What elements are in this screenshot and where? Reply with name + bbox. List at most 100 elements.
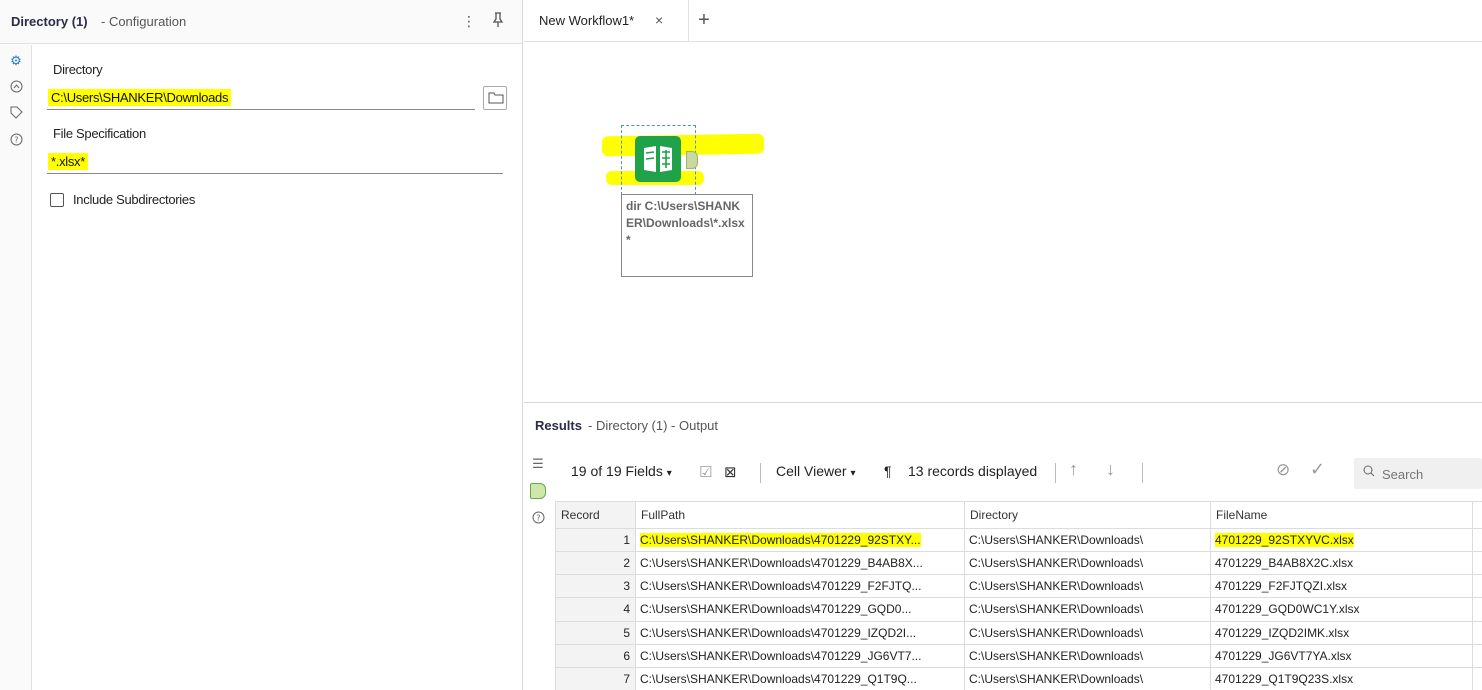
add-tab-button[interactable]: + xyxy=(692,9,716,33)
fullpath-cell[interactable]: C:\Users\SHANKER\Downloads\4701229_B4AB8… xyxy=(635,551,965,576)
filename-cell[interactable]: 4701229_GQD0WC1Y.xlsx xyxy=(1210,597,1473,622)
folder-icon xyxy=(488,92,504,104)
deselect-icon[interactable]: ⊠ xyxy=(724,463,737,481)
fields-dropdown[interactable]: 19 of 19 Fields ▾ xyxy=(571,463,672,479)
filename-cell[interactable]: 4701229_JG6VT7YA.xlsx xyxy=(1210,643,1473,668)
records-count: 13 records displayed xyxy=(908,463,1038,479)
svg-text:?: ? xyxy=(14,136,18,145)
directory-cell[interactable]: C:\Users\SHANKER\Downloads\ xyxy=(964,666,1211,690)
search-input[interactable] xyxy=(1382,464,1478,484)
help-icon[interactable]: ? xyxy=(530,511,546,527)
results-toolbar: 19 of 19 Fields ▾ ☑ ⊠ Cell Viewer ▾ ¶ 13… xyxy=(554,453,1482,491)
fullpath-cell[interactable]: C:\Users\SHANKER\Downloads\4701229_Q1T9Q… xyxy=(635,666,965,690)
filler-cell xyxy=(1472,643,1482,668)
directory-cell[interactable]: C:\Users\SHANKER\Downloads\ xyxy=(964,597,1211,622)
file-spec-field[interactable]: *.xlsx* xyxy=(47,150,503,174)
column-header-filename[interactable]: FileName xyxy=(1210,501,1473,529)
tab-label: New Workflow1* xyxy=(539,13,635,28)
record-cell[interactable]: 7 xyxy=(555,666,636,690)
table-row[interactable]: 5 C:\Users\SHANKER\Downloads\4701229_IZQ… xyxy=(555,620,1482,645)
filler-cell xyxy=(1472,620,1482,645)
fields-label: 19 of 19 Fields xyxy=(571,463,663,479)
directory-cell[interactable]: C:\Users\SHANKER\Downloads\ xyxy=(964,551,1211,576)
column-header-fullpath[interactable]: FullPath xyxy=(635,501,965,529)
directory-cell[interactable]: C:\Users\SHANKER\Downloads\ xyxy=(964,620,1211,645)
workflow-canvas[interactable]: dir C:\Users\SHANKER\Downloads\*.xlsx* xyxy=(524,43,1482,400)
connection-icon[interactable] xyxy=(8,80,24,96)
search-icon xyxy=(1363,465,1375,480)
filename-cell[interactable]: 4701229_F2FJTQZI.xlsx xyxy=(1210,574,1473,599)
fullpath-cell[interactable]: C:\Users\SHANKER\Downloads\4701229_IZQD2… xyxy=(635,620,965,645)
record-cell[interactable]: 3 xyxy=(555,574,636,599)
column-header-record[interactable]: Record xyxy=(555,501,636,529)
file-spec-value: *.xlsx* xyxy=(48,153,89,170)
column-header-directory[interactable]: Directory xyxy=(964,501,1211,529)
results-subtitle: - Directory (1) - Output xyxy=(588,418,719,433)
search-box[interactable] xyxy=(1354,458,1482,489)
results-title: Results xyxy=(535,418,582,433)
configuration-subtitle: - Configuration xyxy=(101,14,187,29)
directory-tool-icon[interactable] xyxy=(635,136,681,182)
record-cell[interactable]: 1 xyxy=(555,527,636,553)
directory-cell[interactable]: C:\Users\SHANKER\Downloads\ xyxy=(964,527,1211,553)
tag-icon[interactable] xyxy=(8,106,24,122)
fullpath-cell[interactable]: C:\Users\SHANKER\Downloads\4701229_F2FJT… xyxy=(635,574,965,599)
file-spec-label: File Specification xyxy=(53,126,146,141)
record-cell[interactable]: 4 xyxy=(555,597,636,622)
svg-text:?: ? xyxy=(536,514,540,523)
table-row[interactable]: 3 C:\Users\SHANKER\Downloads\4701229_F2F… xyxy=(555,574,1482,599)
cell-viewer-label: Cell Viewer xyxy=(776,463,847,479)
arrow-up-icon[interactable]: ↑ xyxy=(1069,459,1078,480)
results-grid: Record FullPath Directory FileName 1 C:\… xyxy=(555,501,1482,690)
include-subdirectories-label: Include Subdirectories xyxy=(73,192,196,207)
record-cell[interactable]: 6 xyxy=(555,643,636,668)
directory-cell[interactable]: C:\Users\SHANKER\Downloads\ xyxy=(964,643,1211,668)
fullpath-cell[interactable]: C:\Users\SHANKER\Downloads\4701229_GQD0.… xyxy=(635,597,965,622)
configuration-title: Directory (1) xyxy=(11,14,88,29)
clear-filter-icon[interactable]: ⊘ xyxy=(1276,460,1290,480)
filler-cell xyxy=(1472,597,1482,622)
browse-folder-button[interactable] xyxy=(483,86,507,110)
filename-cell[interactable]: 4701229_92STXYVC.xlsx xyxy=(1210,527,1473,553)
output-anchor-icon[interactable] xyxy=(530,483,546,499)
output-anchor[interactable] xyxy=(686,151,698,169)
table-row[interactable]: 2 C:\Users\SHANKER\Downloads\4701229_B4A… xyxy=(555,551,1482,576)
directory-field[interactable]: C:\Users\SHANKER\Downloads xyxy=(47,86,475,110)
directory-value: C:\Users\SHANKER\Downloads xyxy=(48,89,232,106)
table-row[interactable]: 6 C:\Users\SHANKER\Downloads\4701229_JG6… xyxy=(555,643,1482,668)
fullpath-cell[interactable]: C:\Users\SHANKER\Downloads\4701229_92STX… xyxy=(635,527,965,553)
gear-icon[interactable]: ⚙ xyxy=(8,53,24,69)
filename-cell[interactable]: 4701229_B4AB8X2C.xlsx xyxy=(1210,551,1473,576)
results-side-rail: ☰ ? xyxy=(524,450,552,690)
filename-cell[interactable]: 4701229_IZQD2IMK.xlsx xyxy=(1210,620,1473,645)
kebab-menu-icon[interactable]: ⋮ xyxy=(461,12,477,30)
list-icon[interactable]: ☰ xyxy=(530,456,546,472)
toolbar-divider xyxy=(760,463,761,483)
table-row[interactable]: 4 C:\Users\SHANKER\Downloads\4701229_GQD… xyxy=(555,597,1482,622)
fullpath-value: C:\Users\SHANKER\Downloads\4701229_92STX… xyxy=(640,533,921,548)
toolbar-divider xyxy=(1055,463,1056,483)
filler-cell xyxy=(1472,574,1482,599)
table-row[interactable]: 1 C:\Users\SHANKER\Downloads\4701229_92S… xyxy=(555,527,1482,553)
arrow-down-icon[interactable]: ↓ xyxy=(1106,459,1115,480)
configuration-side-rail: ⚙ ? xyxy=(0,45,32,690)
cell-viewer-dropdown[interactable]: Cell Viewer ▾ xyxy=(776,463,855,479)
help-icon[interactable]: ? xyxy=(8,133,24,149)
configuration-panel: Directory (1) - Configuration ⋮ ⚙ ? Dire… xyxy=(0,0,523,690)
include-subdirectories-checkbox[interactable] xyxy=(50,193,64,207)
record-cell[interactable]: 2 xyxy=(555,551,636,576)
close-icon[interactable]: × xyxy=(655,12,663,28)
pin-icon[interactable] xyxy=(490,12,506,30)
tab-new-workflow[interactable]: New Workflow1* × xyxy=(524,0,689,42)
checkbox-icon[interactable]: ☑ xyxy=(699,463,712,481)
table-row[interactable]: 7 C:\Users\SHANKER\Downloads\4701229_Q1T… xyxy=(555,666,1482,690)
fullpath-cell[interactable]: C:\Users\SHANKER\Downloads\4701229_JG6VT… xyxy=(635,643,965,668)
directory-cell[interactable]: C:\Users\SHANKER\Downloads\ xyxy=(964,574,1211,599)
tool-annotation: dir C:\Users\SHANKER\Downloads\*.xlsx* xyxy=(621,194,753,277)
filename-cell[interactable]: 4701229_Q1T9Q23S.xlsx xyxy=(1210,666,1473,690)
apply-checkmark-icon[interactable]: ✓ xyxy=(1310,459,1325,480)
record-cell[interactable]: 5 xyxy=(555,620,636,645)
chevron-down-icon: ▾ xyxy=(666,468,672,479)
directory-label: Directory xyxy=(53,62,103,77)
pilcrow-icon[interactable]: ¶ xyxy=(884,463,892,479)
